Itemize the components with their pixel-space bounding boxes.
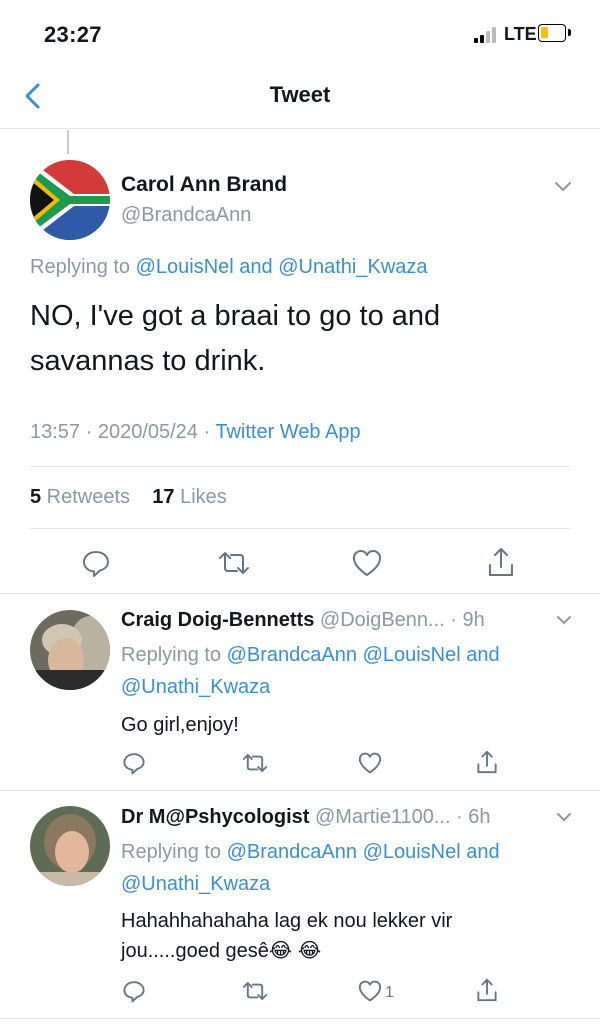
mention-link[interactable]: @LouisNel [136,256,234,278]
thread-line [67,130,69,154]
reply-header: Craig Doig-Bennetts @DoigBenn... · 9h [121,609,485,632]
tweet-stats: 5 Retweets 17 Likes [30,486,227,509]
replying-to: Replying to @BrandcaAnn @LouisNel and @U… [121,836,571,900]
chevron-down-icon[interactable] [556,615,572,626]
like-icon[interactable] [358,980,382,1002]
reply-author-name[interactable]: Craig Doig-Bennetts [121,609,314,631]
author-name[interactable]: Carol Ann Brand [121,173,287,197]
reply-text: Hahahhahahaha lag ek nou lekker vir jou.… [121,906,571,966]
reply-icon[interactable] [81,548,111,578]
like-count: 1 [385,984,394,1001]
retweet-icon[interactable] [242,979,268,1003]
reply-icon[interactable] [122,979,146,1003]
share-icon[interactable] [476,977,498,1003]
signal-icon [474,27,500,43]
battery-icon [538,24,566,42]
likes-label: Likes [174,486,227,508]
tweet-source-link[interactable]: Twitter Web App [215,421,360,443]
avatar[interactable] [30,806,110,886]
reply-author-handle[interactable]: @Martie1100... [315,806,451,828]
chevron-down-icon[interactable] [556,812,572,823]
reply-age: · 9h [444,609,485,631]
tweet-text-line: NO, I've got a braai to go to and [30,300,441,332]
reply-text-line: Hahahhahahaha lag ek nou lekker vir [121,910,453,932]
page-title: Tweet [269,82,331,107]
tweet-text: NO, I've got a braai to go to and savann… [30,294,570,384]
avatar[interactable] [30,610,110,690]
like-icon[interactable] [352,549,382,577]
share-icon[interactable] [487,546,515,578]
replying-to: Replying to @BrandcaAnn @LouisNel and @U… [121,639,571,703]
retweets-count: 5 [30,486,42,508]
author-handle[interactable]: @BrandcaAnn [121,204,251,227]
retweets-label: Retweets [41,486,131,508]
battery-tip [568,29,571,36]
mention-link[interactable]: @Unathi_Kwaza [278,256,427,278]
divider [0,790,600,791]
replying-to: Replying to @LouisNel and @Unathi_Kwaza [30,256,428,279]
replying-and: and [460,841,500,863]
chevron-down-icon[interactable] [554,180,572,192]
divider [0,1018,600,1019]
replying-and: and [460,644,500,666]
network-type: LTE [504,24,537,44]
likes-count: 17 [152,486,175,508]
retweets-stat[interactable]: 5 Retweets [30,486,130,508]
status-time: 23:27 [44,22,102,47]
mention-link[interactable]: @Unathi_Kwaza [121,868,571,900]
divider [30,466,570,467]
nav-divider [0,128,600,129]
reply-age: · 6h [450,806,491,828]
mention-link[interactable]: @BrandcaAnn @LouisNel [227,841,461,863]
reply-text-line: jou.....goed gesê😂 😂 [121,940,322,962]
avatar[interactable] [30,160,110,240]
tweet-time: 13:57 · 2020/05/24 · [30,421,216,443]
likes-stat[interactable]: 17 Likes [152,486,227,508]
tweet-text-line: savannas to drink. [30,345,266,377]
reply-text: Go girl,enjoy! [121,714,239,736]
reply-header: Dr M@Pshycologist @Martie1100... · 6h [121,806,491,829]
replying-prefix: Replying to [121,644,227,666]
reply-icon[interactable] [122,751,146,775]
replying-prefix: Replying to [121,841,227,863]
like-icon[interactable] [358,752,382,774]
reply-author-name[interactable]: Dr M@Pshycologist [121,806,309,828]
replying-and: and [233,256,279,278]
tweet-timestamp: 13:57 · 2020/05/24 · Twitter Web App [30,421,361,444]
reply-author-handle[interactable]: @DoigBenn... [320,609,445,631]
mention-link[interactable]: @Unathi_Kwaza [121,671,571,703]
share-icon[interactable] [476,749,498,775]
divider [0,593,600,594]
divider [30,528,570,529]
retweet-icon[interactable] [218,548,250,578]
retweet-icon[interactable] [242,751,268,775]
mention-link[interactable]: @BrandcaAnn @LouisNel [227,644,461,666]
replying-prefix: Replying to [30,256,136,278]
